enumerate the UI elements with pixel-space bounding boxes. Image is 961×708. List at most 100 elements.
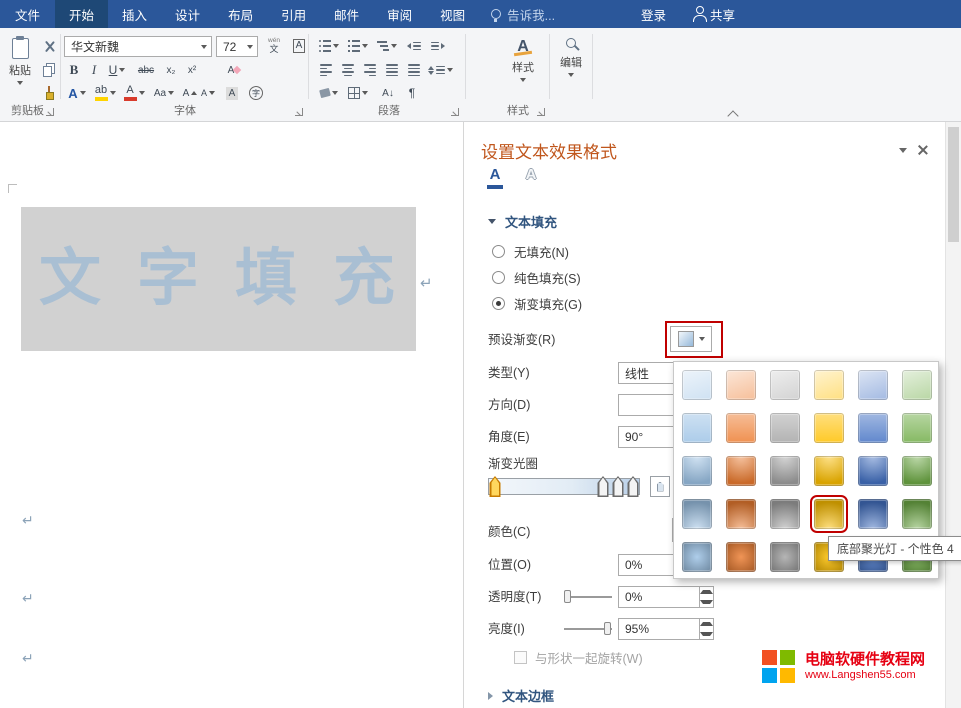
align-right-button[interactable] [360, 59, 380, 81]
gradient-preset-swatch[interactable] [814, 370, 844, 400]
font-size-combo[interactable]: 72 [216, 36, 258, 57]
option-no-fill[interactable]: 无填充(N) [492, 242, 569, 261]
styles-gallery-button[interactable]: A 样式 [504, 33, 542, 107]
gradient-preset-swatch[interactable] [682, 456, 712, 486]
gradient-preset-swatch[interactable] [726, 413, 756, 443]
ribbon-tab-2[interactable]: 设计 [161, 0, 214, 28]
transparency-slider[interactable] [564, 590, 612, 603]
shrink-font-button[interactable]: A [200, 82, 216, 104]
radio-icon[interactable] [492, 271, 505, 284]
phonetic-guide-button[interactable]: wén 文 [262, 35, 286, 57]
spin-up-button[interactable] [700, 619, 713, 629]
option-gradient-fill[interactable]: 渐变填充(G) [492, 294, 582, 313]
slider-thumb[interactable] [564, 590, 571, 603]
text-highlight-button[interactable]: ab [92, 82, 118, 104]
tell-me-search[interactable]: 告诉我... [491, 0, 555, 28]
gradient-preset-swatch[interactable] [682, 413, 712, 443]
ribbon-tab-7[interactable]: 视图 [426, 0, 479, 28]
gradient-preset-swatch[interactable] [814, 456, 844, 486]
gradient-preset-swatch[interactable] [814, 413, 844, 443]
font-color-button[interactable]: A [121, 82, 147, 104]
bullets-button[interactable] [316, 35, 342, 57]
ribbon-tab-4[interactable]: 引用 [267, 0, 320, 28]
align-left-button[interactable] [316, 59, 336, 81]
paragraph-dialog-launcher[interactable] [451, 108, 459, 116]
document-canvas[interactable]: 文字填充 ↵ ↵ ↵ ↵ [0, 122, 462, 708]
transparency-spinner[interactable]: 0% [618, 586, 714, 608]
add-gradient-stop-button[interactable] [650, 476, 670, 497]
ribbon-tab-1[interactable]: 插入 [108, 0, 161, 28]
gradient-preset-swatch[interactable] [682, 370, 712, 400]
grow-font-button[interactable]: A [182, 82, 198, 104]
section-text-outline[interactable]: 文本边框 [488, 686, 554, 705]
gradient-preset-swatch[interactable] [770, 499, 800, 529]
gradient-preset-swatch[interactable] [726, 542, 756, 572]
gradient-preset-swatch[interactable] [726, 370, 756, 400]
italic-button[interactable]: I [85, 59, 103, 81]
align-center-button[interactable] [338, 59, 358, 81]
font-dialog-launcher[interactable] [295, 108, 303, 116]
gradient-stop-handle[interactable] [490, 476, 501, 497]
clipboard-dialog-launcher[interactable] [46, 108, 54, 116]
ribbon-tab-6[interactable]: 审阅 [373, 0, 426, 28]
editing-button[interactable]: 编辑 [553, 33, 589, 107]
section-text-fill[interactable]: 文本填充 [488, 212, 557, 231]
gradient-preset-swatch[interactable] [726, 456, 756, 486]
gradient-stop-handle[interactable] [628, 476, 639, 497]
selected-wordart-text[interactable]: 文字填充 [21, 207, 416, 351]
subscript-button[interactable]: x₂ [161, 59, 181, 81]
format-painter-button[interactable] [39, 81, 59, 103]
underline-button[interactable]: U [104, 59, 130, 81]
line-spacing-button[interactable] [426, 59, 454, 81]
gradient-stop-handle[interactable] [613, 476, 624, 497]
borders-button[interactable] [345, 82, 371, 104]
gradient-stops-bar[interactable] [488, 478, 640, 495]
scrollbar-thumb[interactable] [948, 127, 959, 242]
gradient-preset-swatch[interactable] [770, 413, 800, 443]
pane-menu-arrow[interactable] [899, 148, 907, 153]
gradient-preset-swatch[interactable] [858, 413, 888, 443]
gradient-preset-swatch[interactable] [902, 370, 932, 400]
spin-down-button[interactable] [700, 597, 713, 607]
text-effects-button[interactable]: A [64, 82, 90, 104]
collapse-ribbon-chevron[interactable] [727, 110, 738, 121]
gradient-preset-swatch[interactable] [858, 456, 888, 486]
bold-button[interactable]: B [64, 59, 84, 81]
numbering-button[interactable] [345, 35, 371, 57]
radio-icon[interactable] [492, 245, 505, 258]
brightness-spinner[interactable]: 95% [618, 618, 714, 640]
paste-button[interactable]: 粘贴 [2, 33, 38, 107]
gradient-preset-swatch[interactable] [726, 499, 756, 529]
sort-button[interactable]: A↓ [376, 82, 400, 104]
strikethrough-button[interactable]: abc [133, 59, 159, 81]
gradient-preset-swatch[interactable] [902, 413, 932, 443]
gradient-preset-swatch[interactable] [902, 499, 932, 529]
tab-text-fill-outline[interactable]: A [482, 166, 508, 196]
checkbox-icon[interactable] [514, 651, 527, 664]
gradient-preset-swatch[interactable] [858, 499, 888, 529]
distribute-button[interactable] [404, 59, 424, 81]
gradient-preset-swatch[interactable] [770, 456, 800, 486]
ribbon-tab-5[interactable]: 邮件 [320, 0, 373, 28]
enclose-characters-button[interactable]: 字 [246, 82, 266, 104]
show-marks-button[interactable]: ¶ [402, 82, 422, 104]
ribbon-tab-file[interactable]: 文件 [0, 0, 55, 28]
superscript-button[interactable]: x² [182, 59, 202, 81]
styles-dialog-launcher[interactable] [537, 108, 545, 116]
rotate-with-shape-option[interactable]: 与形状一起旋转(W) [514, 648, 643, 667]
sign-in-button[interactable]: 登录 [625, 0, 682, 28]
increase-indent-button[interactable] [427, 35, 449, 57]
pane-scrollbar[interactable] [945, 122, 961, 708]
change-case-button[interactable]: Aa [150, 82, 178, 104]
decrease-indent-button[interactable] [403, 35, 425, 57]
justify-button[interactable] [382, 59, 402, 81]
gradient-stop-handle[interactable] [598, 476, 609, 497]
close-icon[interactable] [917, 144, 929, 156]
spin-down-button[interactable] [700, 629, 713, 639]
gradient-preset-swatch[interactable] [682, 542, 712, 572]
multilevel-list-button[interactable] [374, 35, 400, 57]
character-border-button[interactable]: A [289, 35, 309, 57]
option-solid-fill[interactable]: 纯色填充(S) [492, 268, 581, 287]
spin-up-button[interactable] [700, 587, 713, 597]
tab-text-effects[interactable]: A [518, 166, 544, 196]
